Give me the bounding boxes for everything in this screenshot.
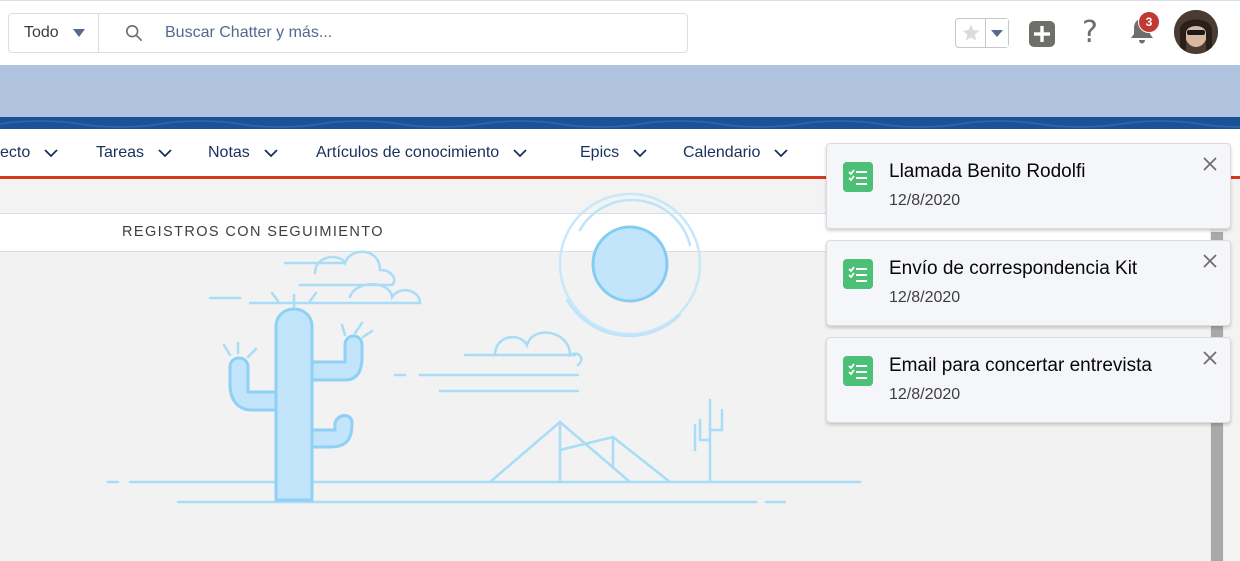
nav-item-label: Calendario bbox=[683, 143, 761, 161]
favorites-menu-button[interactable] bbox=[986, 19, 1008, 47]
toast-notification: Llamada Benito Rodolfi 12/8/2020 bbox=[826, 143, 1231, 229]
nav-item-label: Notas bbox=[208, 143, 250, 161]
chevron-down-icon[interactable] bbox=[44, 148, 58, 158]
task-icon bbox=[843, 162, 873, 192]
star-icon bbox=[962, 24, 980, 41]
page-banner bbox=[0, 65, 1240, 117]
close-icon[interactable] bbox=[1202, 350, 1218, 366]
toast-date: 12/8/2020 bbox=[889, 289, 961, 306]
chevron-down-icon bbox=[72, 29, 85, 37]
toast-title[interactable]: Envío de correspondencia Kit bbox=[889, 258, 1137, 280]
chevron-down-icon[interactable] bbox=[158, 148, 172, 158]
task-icon bbox=[843, 356, 873, 386]
nav-item-proyecto[interactable]: ecto bbox=[0, 129, 58, 176]
global-search: Todo bbox=[8, 13, 688, 53]
help-icon[interactable]: ? bbox=[1076, 17, 1104, 49]
toast-notification: Envío de correspondencia Kit 12/8/2020 bbox=[826, 240, 1231, 326]
global-header: Todo ? 3 bbox=[0, 0, 1240, 65]
toast-notification: Email para concertar entrevista 12/8/202… bbox=[826, 337, 1231, 423]
search-scope-label: Todo bbox=[24, 24, 59, 41]
toast-title[interactable]: Llamada Benito Rodolfi bbox=[889, 161, 1085, 183]
nav-item-label: Tareas bbox=[96, 143, 145, 161]
close-icon[interactable] bbox=[1202, 156, 1218, 172]
chevron-down-icon[interactable] bbox=[774, 148, 789, 158]
chevron-down-icon[interactable] bbox=[264, 148, 278, 158]
task-icon bbox=[843, 259, 873, 289]
notification-badge: 3 bbox=[1138, 11, 1160, 33]
nav-item-epics[interactable]: Epics bbox=[580, 129, 647, 176]
search-scope-dropdown[interactable]: Todo bbox=[9, 14, 99, 52]
favorites-group bbox=[955, 18, 1009, 48]
search-input[interactable] bbox=[163, 23, 667, 43]
favorites-button[interactable] bbox=[956, 19, 987, 47]
nav-item-calendario[interactable]: Calendario bbox=[683, 129, 789, 176]
brand-strip bbox=[0, 117, 1240, 129]
add-icon[interactable] bbox=[1028, 20, 1056, 48]
avatar[interactable] bbox=[1174, 10, 1218, 54]
toast-date: 12/8/2020 bbox=[889, 192, 961, 209]
close-icon[interactable] bbox=[1202, 253, 1218, 269]
toast-date: 12/8/2020 bbox=[889, 386, 961, 403]
chevron-down-icon[interactable] bbox=[633, 148, 647, 158]
nav-item-label: Artículos de conocimiento bbox=[316, 143, 500, 161]
nav-item-notas[interactable]: Notas bbox=[208, 129, 278, 176]
chevron-down-icon[interactable] bbox=[513, 148, 527, 158]
nav-item-articulos[interactable]: Artículos de conocimiento bbox=[316, 129, 527, 176]
user-photo bbox=[1174, 10, 1218, 54]
nav-item-label: Epics bbox=[580, 143, 620, 161]
desert-illustration bbox=[106, 192, 862, 504]
search-icon bbox=[125, 24, 143, 42]
nav-item-tareas[interactable]: Tareas bbox=[96, 129, 172, 176]
nav-item-label: ecto bbox=[0, 143, 31, 161]
chevron-down-icon bbox=[991, 29, 1004, 37]
toast-title[interactable]: Email para concertar entrevista bbox=[889, 355, 1152, 377]
